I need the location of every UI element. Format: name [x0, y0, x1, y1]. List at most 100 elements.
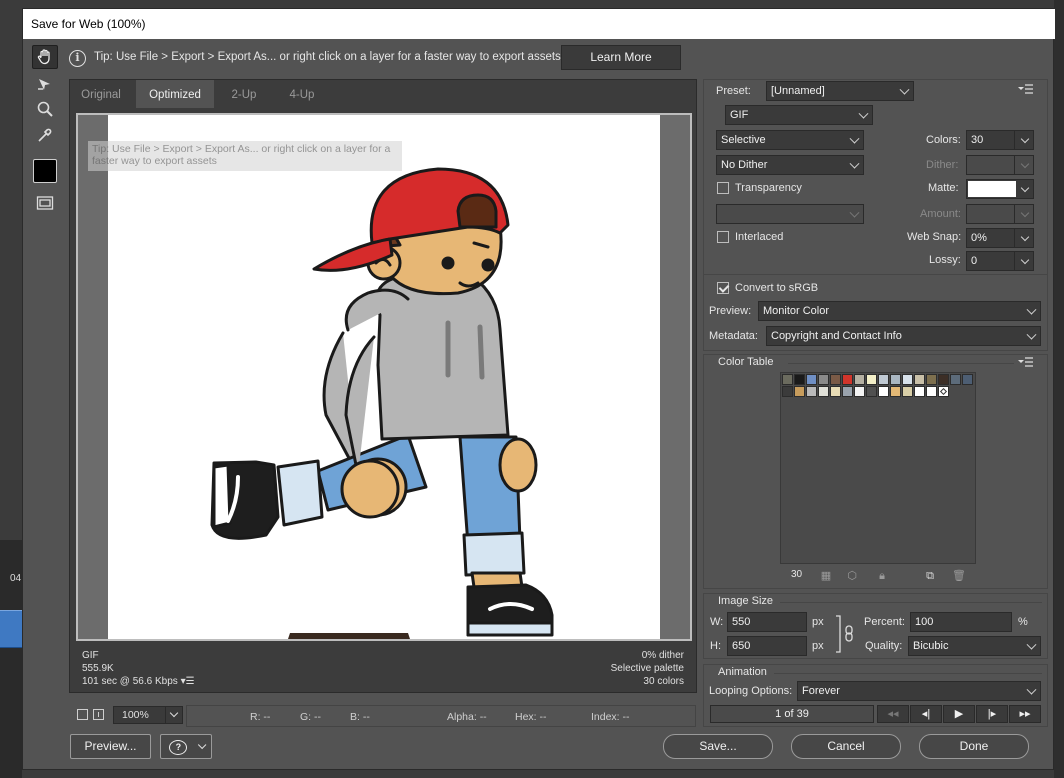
first-frame-button[interactable]: ◂◂ — [877, 705, 909, 723]
color-swatch[interactable] — [938, 386, 949, 397]
done-button[interactable]: Done — [919, 734, 1029, 759]
color-swatch[interactable] — [902, 374, 913, 385]
zoom-in-square[interactable] — [93, 709, 104, 720]
lossy-combo[interactable]: 0 — [966, 251, 1034, 271]
previous-frame-button[interactable]: ◂| — [910, 705, 942, 723]
tool-column — [23, 39, 65, 239]
animation-title: Animation — [718, 666, 767, 678]
color-swatch[interactable] — [830, 374, 841, 385]
color-swatch[interactable] — [950, 374, 961, 385]
color-swatch[interactable] — [818, 374, 829, 385]
percent-input[interactable]: 100 — [910, 612, 1012, 632]
eyedropper-color-swatch[interactable] — [33, 159, 57, 183]
websnap-combo[interactable]: 0% — [966, 228, 1034, 248]
learn-more-button[interactable]: Learn More — [561, 45, 681, 70]
color-table-grid[interactable] — [780, 372, 976, 564]
color-swatch[interactable] — [854, 386, 865, 397]
color-reduction-select[interactable]: Selective — [716, 130, 864, 150]
looping-select[interactable]: Forever — [797, 681, 1041, 701]
color-swatch[interactable] — [842, 374, 853, 385]
new-color-icon[interactable]: ⧉ — [924, 570, 936, 582]
cancel-button[interactable]: Cancel — [791, 734, 901, 759]
constrain-proportions-icon[interactable] — [834, 614, 856, 654]
height-input[interactable]: 650 — [727, 636, 807, 656]
quality-label: Quality: — [865, 640, 903, 652]
preview-color-select[interactable]: Monitor Color — [758, 301, 1041, 321]
play-button[interactable]: ▶ — [943, 705, 975, 723]
dither-algorithm-select[interactable]: No Dither — [716, 155, 864, 175]
colors-combo[interactable]: 30 — [966, 130, 1034, 150]
zoom-tool[interactable] — [32, 97, 58, 121]
web-shift-icon[interactable]: ⬡ — [846, 570, 858, 582]
preset-label: Preset: — [716, 85, 751, 97]
color-table-menu-icon[interactable] — [1018, 357, 1034, 367]
color-swatch[interactable] — [842, 386, 853, 397]
eyedropper-icon — [38, 128, 52, 142]
color-swatch[interactable] — [914, 374, 925, 385]
convert-srgb-checkbox[interactable] — [717, 282, 729, 294]
last-frame-button[interactable]: ▸▸ — [1009, 705, 1041, 723]
eyedropper-tool[interactable] — [32, 123, 58, 147]
metadata-select[interactable]: Copyright and Contact Info — [766, 326, 1041, 346]
color-swatch[interactable] — [926, 386, 937, 397]
preset-select[interactable]: [Unnamed] — [766, 81, 914, 101]
transparency-checkbox[interactable] — [717, 182, 729, 194]
height-unit: px — [812, 640, 824, 652]
color-swatch[interactable] — [866, 374, 877, 385]
color-swatch[interactable] — [818, 386, 829, 397]
color-swatch[interactable] — [782, 386, 793, 397]
color-swatch[interactable] — [794, 386, 805, 397]
color-swatch[interactable] — [938, 374, 949, 385]
optimize-menu-icon[interactable] — [1018, 84, 1034, 94]
trash-icon[interactable]: 🗑︎ — [952, 570, 966, 582]
dither-combo[interactable] — [966, 155, 1034, 175]
color-swatch[interactable] — [878, 386, 889, 397]
width-unit: px — [812, 616, 824, 628]
color-table-title: Color Table — [718, 356, 774, 368]
zoom-dropdown-arrow[interactable] — [165, 706, 183, 724]
background-timeline: 04 — [0, 540, 22, 778]
color-swatch[interactable] — [902, 386, 913, 397]
color-swatch[interactable] — [794, 374, 805, 385]
preview-canvas[interactable] — [108, 115, 660, 639]
lock-color-icon[interactable]: 🔒︎ — [876, 570, 888, 582]
tab-original[interactable]: Original — [70, 80, 132, 108]
tab-2-up[interactable]: 2-Up — [216, 80, 272, 108]
save-button[interactable]: Save... — [663, 734, 773, 759]
tab-optimized[interactable]: Optimized — [136, 80, 214, 108]
quality-select[interactable]: Bicubic — [908, 636, 1041, 656]
width-input[interactable]: 550 — [727, 612, 807, 632]
preview-button[interactable]: Preview... — [70, 734, 151, 759]
tab-4-up[interactable]: 4-Up — [274, 80, 330, 108]
convert-srgb-label: Convert to sRGB — [735, 282, 819, 294]
interlaced-checkbox[interactable] — [717, 231, 729, 243]
matte-select[interactable] — [966, 179, 1034, 199]
transparency-dither-select[interactable] — [716, 204, 864, 224]
color-swatch[interactable] — [890, 374, 901, 385]
zoom-out-square[interactable] — [77, 709, 88, 720]
color-swatch[interactable] — [830, 386, 841, 397]
color-swatch[interactable] — [806, 374, 817, 385]
color-swatch[interactable] — [926, 374, 937, 385]
color-swatch[interactable] — [878, 374, 889, 385]
color-swatch[interactable] — [866, 386, 877, 397]
file-format-select[interactable]: GIF — [725, 105, 873, 125]
color-swatch[interactable] — [854, 374, 865, 385]
preview-info-right: 0% dither Selective palette 30 colors — [611, 649, 684, 688]
info-download-time[interactable]: 101 sec @ 56.6 Kbps ▾☰ — [82, 675, 195, 688]
color-swatch[interactable] — [782, 374, 793, 385]
preview-info-left: GIF 555.9K 101 sec @ 56.6 Kbps ▾☰ — [82, 649, 195, 688]
color-swatch[interactable] — [806, 386, 817, 397]
preview-canvas-frame[interactable]: Tip: Use File > Export > Export As... or… — [76, 113, 692, 641]
hand-tool[interactable] — [32, 45, 58, 69]
amount-combo[interactable] — [966, 204, 1034, 224]
next-frame-button[interactable]: |▸ — [976, 705, 1008, 723]
slice-select-tool[interactable] — [32, 73, 58, 97]
color-swatch[interactable] — [962, 374, 973, 385]
color-swatch[interactable] — [914, 386, 925, 397]
map-selected-colors-icon[interactable]: ▦ — [820, 570, 832, 582]
device-preview-button[interactable]: ? — [160, 734, 212, 759]
toggle-slices-visibility[interactable] — [32, 191, 58, 215]
background-strip — [1054, 0, 1064, 778]
color-swatch[interactable] — [890, 386, 901, 397]
